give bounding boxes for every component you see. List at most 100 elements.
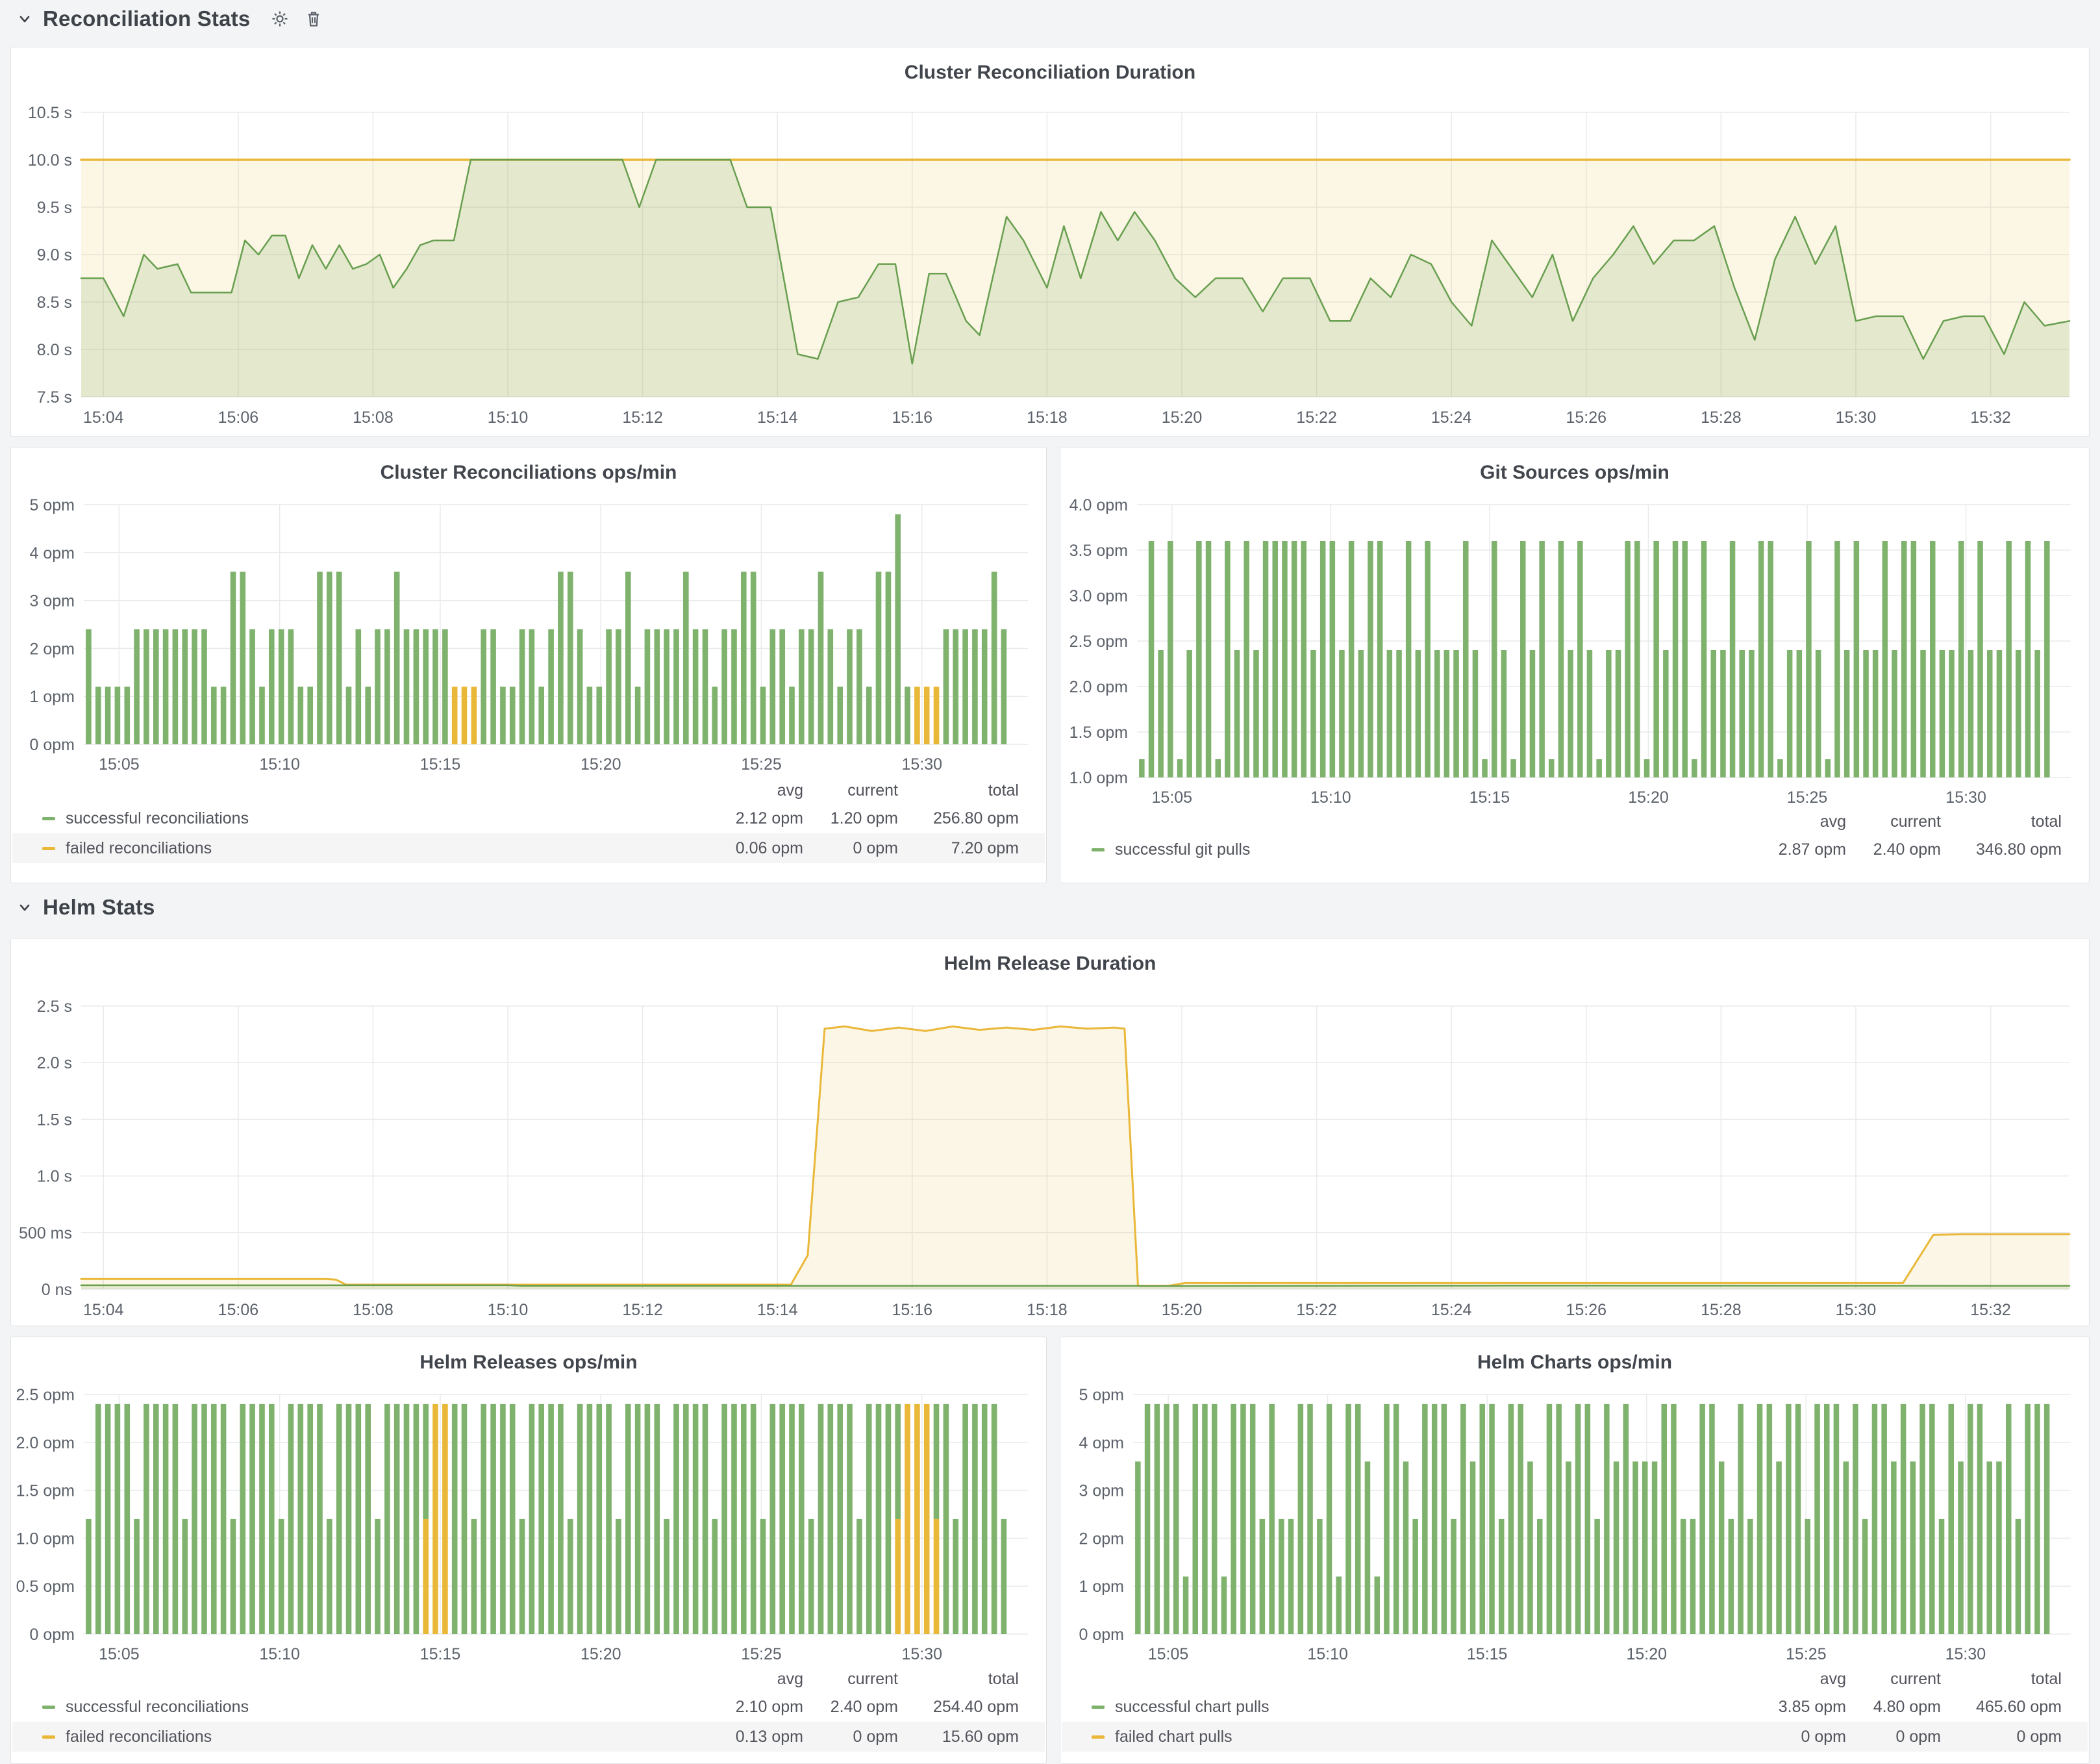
legend-value-current: 0 opm bbox=[803, 839, 898, 858]
trash-icon[interactable] bbox=[303, 8, 324, 29]
svg-text:15:20: 15:20 bbox=[1162, 409, 1203, 427]
legend-sort-total[interactable]: total bbox=[898, 781, 1019, 800]
chevron-down-icon[interactable] bbox=[17, 11, 32, 27]
legend-sort-avg[interactable]: avg bbox=[706, 781, 803, 800]
svg-text:15:08: 15:08 bbox=[353, 1301, 394, 1319]
legend-series-label[interactable]: failed reconciliations bbox=[66, 839, 212, 858]
legend-series-label[interactable]: successful chart pulls bbox=[1115, 1698, 1269, 1717]
svg-text:15:25: 15:25 bbox=[1787, 788, 1828, 807]
svg-text:2.0 opm: 2.0 opm bbox=[1069, 678, 1128, 696]
cluster-reconciliation-duration-chart-canvas[interactable]: 7.5 s8.0 s8.5 s9.0 s9.5 s10.0 s10.5 s15:… bbox=[11, 47, 2089, 436]
svg-text:15:14: 15:14 bbox=[757, 409, 798, 427]
svg-text:15:20: 15:20 bbox=[1628, 788, 1669, 807]
legend-series-label[interactable]: successful reconciliations bbox=[66, 1698, 249, 1717]
git-sources-chart-canvas[interactable]: 1.0 opm1.5 opm2.0 opm2.5 opm3.0 opm3.5 o… bbox=[1060, 447, 2089, 813]
svg-text:15:20: 15:20 bbox=[1162, 1301, 1203, 1319]
svg-text:8.5 s: 8.5 s bbox=[37, 294, 72, 312]
legend-sort-total[interactable]: total bbox=[1941, 1670, 2062, 1689]
legend-value-current: 0 opm bbox=[1846, 1728, 1941, 1746]
svg-text:15:28: 15:28 bbox=[1701, 409, 1742, 427]
svg-text:1 opm: 1 opm bbox=[30, 688, 75, 706]
legend-sort-avg[interactable]: avg bbox=[1749, 1670, 1846, 1689]
legend-value-avg: 3.85 opm bbox=[1749, 1698, 1846, 1717]
legend-value-avg: 0 opm bbox=[1749, 1728, 1846, 1746]
legend-sort-current[interactable]: current bbox=[1846, 813, 1941, 831]
svg-text:1.0 opm: 1.0 opm bbox=[16, 1530, 75, 1548]
legend-value-avg: 2.12 opm bbox=[706, 809, 803, 828]
svg-text:5 opm: 5 opm bbox=[30, 496, 75, 514]
svg-text:1.0 opm: 1.0 opm bbox=[1069, 769, 1128, 787]
legend-series-label[interactable]: failed chart pulls bbox=[1115, 1728, 1232, 1746]
svg-text:2.0 s: 2.0 s bbox=[37, 1054, 72, 1072]
legend-sort-total[interactable]: total bbox=[898, 1670, 1019, 1689]
svg-text:15:05: 15:05 bbox=[99, 1645, 140, 1663]
svg-text:1.0 s: 1.0 s bbox=[37, 1168, 72, 1186]
svg-text:10.5 s: 10.5 s bbox=[28, 104, 72, 122]
legend-sort-current[interactable]: current bbox=[803, 781, 898, 800]
series-color-swatch-icon bbox=[42, 1735, 55, 1739]
svg-text:3 opm: 3 opm bbox=[1079, 1482, 1124, 1500]
svg-text:15:05: 15:05 bbox=[99, 755, 140, 774]
svg-text:15:05: 15:05 bbox=[1148, 1645, 1189, 1663]
legend-series-label[interactable]: successful git pulls bbox=[1115, 840, 1250, 859]
svg-text:15:20: 15:20 bbox=[581, 755, 621, 774]
legend-value-total: 465.60 opm bbox=[1941, 1698, 2062, 1717]
svg-text:15:25: 15:25 bbox=[741, 1645, 782, 1663]
legend-value-current: 4.80 opm bbox=[1846, 1698, 1941, 1717]
svg-text:0.5 opm: 0.5 opm bbox=[16, 1578, 75, 1596]
legend-sort-current[interactable]: current bbox=[803, 1670, 898, 1689]
svg-text:1.5 s: 1.5 s bbox=[37, 1111, 72, 1129]
svg-text:3.0 opm: 3.0 opm bbox=[1069, 587, 1128, 605]
svg-text:15:16: 15:16 bbox=[892, 1301, 933, 1319]
svg-text:2.5 opm: 2.5 opm bbox=[1069, 633, 1128, 651]
legend-series-label[interactable]: successful reconciliations bbox=[66, 809, 249, 828]
svg-text:9.5 s: 9.5 s bbox=[37, 199, 72, 217]
svg-text:15:24: 15:24 bbox=[1431, 1301, 1472, 1319]
svg-text:15:30: 15:30 bbox=[1836, 1301, 1877, 1319]
legend-header-row: avgcurrenttotal bbox=[1062, 809, 2088, 835]
svg-text:15:15: 15:15 bbox=[420, 1645, 461, 1663]
chevron-down-icon[interactable] bbox=[17, 900, 32, 915]
svg-text:15:06: 15:06 bbox=[218, 1301, 259, 1319]
svg-text:15:10: 15:10 bbox=[259, 1645, 300, 1663]
legend-series-label[interactable]: failed reconciliations bbox=[66, 1728, 212, 1746]
helm-charts-chart-canvas[interactable]: 0 opm1 opm2 opm3 opm4 opm5 opm15:0515:10… bbox=[1060, 1337, 2089, 1675]
svg-text:15:30: 15:30 bbox=[902, 755, 943, 774]
svg-text:15:10: 15:10 bbox=[259, 755, 300, 774]
legend-value-total: 15.60 opm bbox=[898, 1728, 1019, 1746]
legend-value-total: 254.40 opm bbox=[898, 1698, 1019, 1717]
legend-row: failed reconciliations0.06 opm0 opm7.20 … bbox=[12, 833, 1045, 863]
series-color-swatch-icon bbox=[42, 1706, 55, 1709]
legend-sort-current[interactable]: current bbox=[1846, 1670, 1941, 1689]
svg-text:15:26: 15:26 bbox=[1566, 409, 1606, 427]
legend-value-total: 346.80 opm bbox=[1941, 840, 2062, 859]
svg-text:15:32: 15:32 bbox=[1970, 1301, 2011, 1319]
svg-text:15:10: 15:10 bbox=[488, 409, 529, 427]
dashboard: Reconciliation Stats Cluster Reconciliat… bbox=[0, 0, 2100, 1764]
svg-text:15:20: 15:20 bbox=[1626, 1645, 1667, 1663]
helm-releases-chart-canvas[interactable]: 0 opm0.5 opm1.0 opm1.5 opm2.0 opm2.5 opm… bbox=[11, 1337, 1046, 1675]
gear-icon[interactable] bbox=[269, 8, 290, 29]
legend-value-current: 2.40 opm bbox=[803, 1698, 898, 1717]
svg-text:4 opm: 4 opm bbox=[30, 544, 75, 562]
svg-text:15:24: 15:24 bbox=[1431, 409, 1472, 427]
section-header-reconciliation-stats[interactable]: Reconciliation Stats bbox=[17, 6, 324, 31]
legend-value-total: 7.20 opm bbox=[898, 839, 1019, 858]
svg-text:15:20: 15:20 bbox=[581, 1645, 621, 1663]
svg-text:4 opm: 4 opm bbox=[1079, 1434, 1124, 1452]
cluster-reconciliations-chart-canvas[interactable]: 0 opm1 opm2 opm3 opm4 opm5 opm15:0515:10… bbox=[11, 447, 1046, 785]
legend: avgcurrenttotalsuccessful git pulls2.87 … bbox=[1062, 809, 2088, 864]
svg-text:15:25: 15:25 bbox=[741, 755, 782, 774]
svg-text:10.0 s: 10.0 s bbox=[28, 151, 72, 170]
section-header-helm-stats[interactable]: Helm Stats bbox=[17, 895, 155, 920]
series-color-swatch-icon bbox=[1092, 848, 1105, 851]
legend-sort-avg[interactable]: avg bbox=[1749, 813, 1846, 831]
svg-text:15:28: 15:28 bbox=[1701, 1301, 1742, 1319]
svg-text:4.0 opm: 4.0 opm bbox=[1069, 496, 1128, 514]
panel-cluster-reconciliations-opm: Cluster Reconciliations ops/min 0 opm1 o… bbox=[10, 447, 1047, 883]
legend-sort-total[interactable]: total bbox=[1941, 813, 2062, 831]
legend-value-current: 1.20 opm bbox=[803, 809, 898, 828]
svg-text:1.5 opm: 1.5 opm bbox=[1069, 724, 1128, 742]
helm-release-duration-chart-canvas[interactable]: 0 ns500 ms1.0 s1.5 s2.0 s2.5 s15:0415:06… bbox=[11, 939, 2089, 1326]
legend-sort-avg[interactable]: avg bbox=[706, 1670, 803, 1689]
